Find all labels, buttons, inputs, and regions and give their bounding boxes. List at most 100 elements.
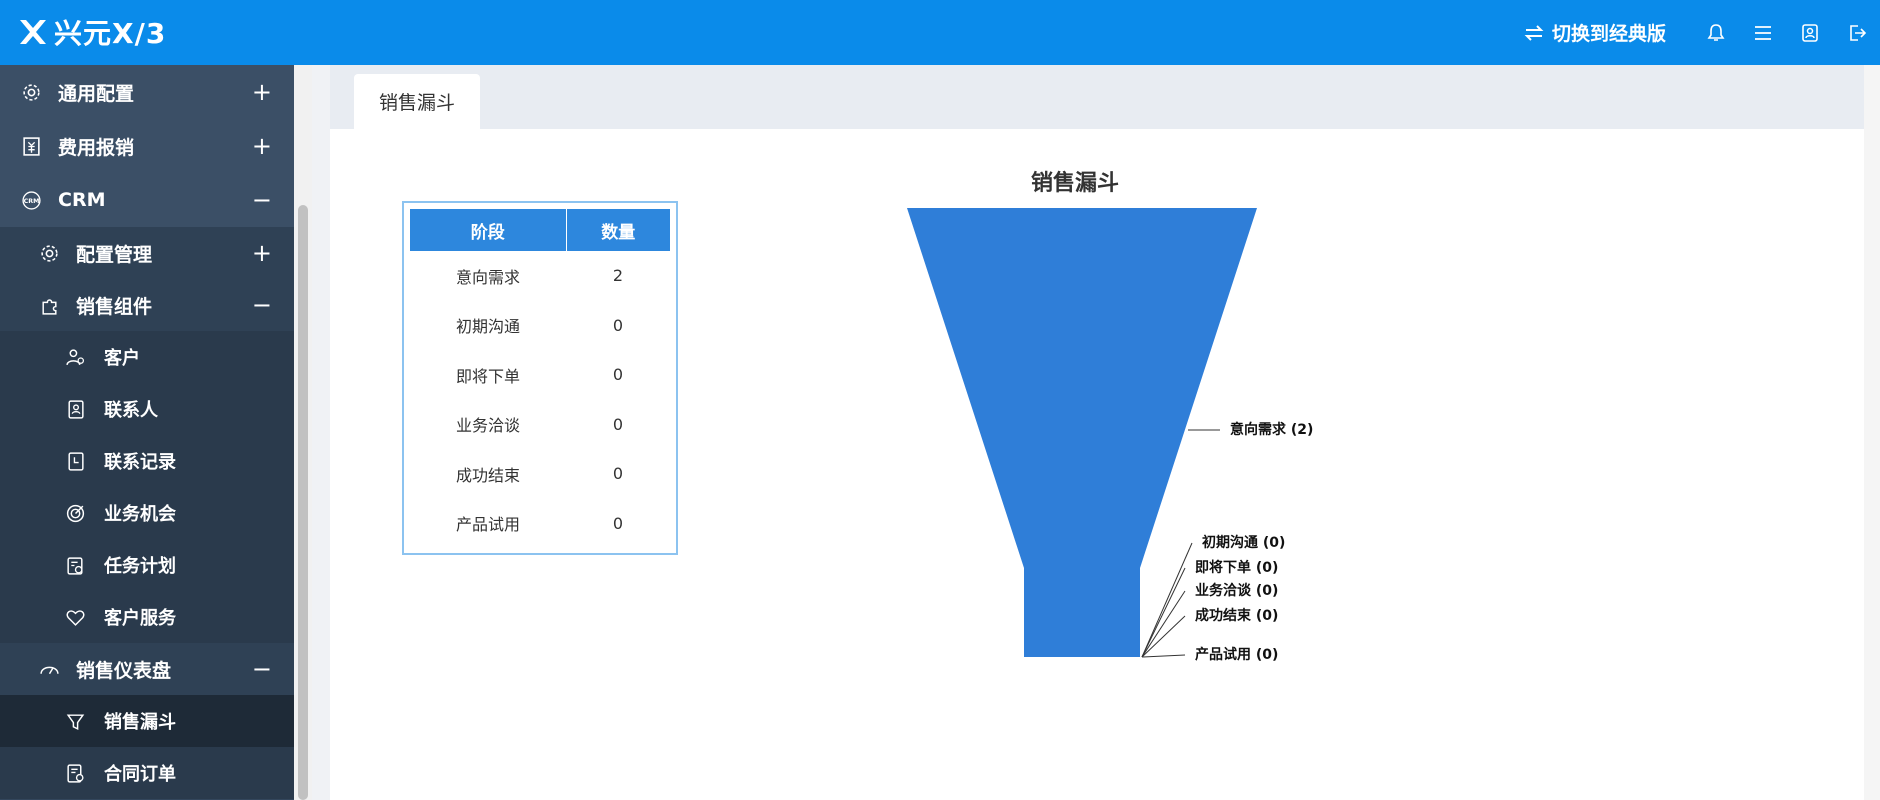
crm-icon: CRM <box>20 189 42 211</box>
count-cell: 0 <box>612 365 624 385</box>
collapse-icon[interactable]: − <box>252 293 272 317</box>
funnel-segment-0[interactable] <box>907 208 1257 568</box>
table-header-row: 阶段 数量 <box>410 209 670 251</box>
logout-icon <box>1849 24 1866 41</box>
tab-sales-funnel[interactable]: 销售漏斗 <box>354 74 480 129</box>
sidebar-item-label: 通用配置 <box>58 82 135 105</box>
gear-icon <box>38 242 60 264</box>
top-bar: 兴元X/3 切换到经典版 <box>0 0 1880 65</box>
count-cell: 0 <box>612 414 624 434</box>
sidebar-item-label: 客户 <box>104 348 140 369</box>
sidebar-item-contact-records[interactable]: 联系记录 <box>0 435 294 487</box>
notification-button[interactable] <box>1692 0 1739 65</box>
sidebar-item-label: 销售漏斗 <box>104 712 176 733</box>
sidebar-item-task-plan[interactable]: 任务计划 <box>0 539 294 591</box>
top-right-actions: 切换到经典版 <box>1524 0 1880 65</box>
receipt-icon <box>20 135 42 157</box>
count-cell: 0 <box>612 315 624 335</box>
logo-text: 兴元X/3 <box>54 17 167 50</box>
funnel-data-label: 成功结束 (0) <box>1195 607 1278 624</box>
sidebar-item-customer[interactable]: 客户 <box>0 331 294 383</box>
app-logo[interactable]: 兴元X/3 <box>18 14 166 50</box>
sidebar-item-label: 费用报销 <box>58 136 135 159</box>
contact-card-icon <box>64 398 86 420</box>
sidebar-item-sales-components[interactable]: 销售组件 − <box>0 279 294 331</box>
sidebar-item-label: 业务机会 <box>104 504 176 525</box>
stage-cell: 成功结束 <box>455 465 520 485</box>
funnel-data-label: 初期沟通 (0) <box>1202 534 1285 551</box>
expand-icon[interactable]: + <box>252 134 272 158</box>
task-plan-icon <box>64 554 86 576</box>
main-scrollbar[interactable] <box>1864 65 1880 800</box>
stage-cell: 产品试用 <box>455 515 520 535</box>
record-icon <box>64 450 86 472</box>
funnel-label-connector <box>1141 567 1186 658</box>
column-header-count: 数量 <box>565 209 670 251</box>
switch-classic-button[interactable]: 切换到经典版 <box>1524 19 1666 46</box>
stage-cell: 业务洽谈 <box>455 416 520 436</box>
sidebar-item-label: 配置管理 <box>76 243 153 266</box>
sidebar-item-sales-funnel[interactable]: 销售漏斗 <box>0 695 294 747</box>
funnel-data-label: 产品试用 (0) <box>1195 646 1278 663</box>
expand-icon[interactable]: + <box>252 80 272 104</box>
table-row: 意向需求 2 <box>410 251 670 301</box>
funnel-data-label: 即将下单 (0) <box>1195 559 1278 576</box>
tab-bar <box>330 65 1864 129</box>
stage-cell: 意向需求 <box>455 267 520 287</box>
sidebar-item-config-manage[interactable]: 配置管理 + <box>0 227 294 279</box>
funnel-label-connector <box>1141 542 1193 658</box>
switch-arrows-icon <box>1524 24 1544 41</box>
sidebar-item-label: 联系记录 <box>104 452 176 473</box>
funnel-data-label: 业务洽谈 (0) <box>1195 582 1278 599</box>
sidebar: 通用配置 + 费用报销 + CRM CRM − 配置管理 + 销售组件 − 客户… <box>0 65 294 800</box>
menu-button[interactable] <box>1739 0 1786 65</box>
user-profile-button[interactable] <box>1786 0 1833 65</box>
funnel-chart: 意向需求 (2) 初期沟通 (0) 即将下单 (0) 业务洽谈 (0) 成功结束 (0)… <box>907 208 1313 663</box>
logo-mark-icon <box>20 20 46 44</box>
sidebar-item-label: 客户服务 <box>104 608 176 629</box>
svg-text:CRM: CRM <box>23 198 39 205</box>
sidebar-item-label: 销售仪表盘 <box>76 659 172 682</box>
collapse-icon[interactable]: − <box>252 188 272 212</box>
target-icon <box>64 502 86 524</box>
funnel-label-connector <box>1141 654 1186 658</box>
stage-cell: 即将下单 <box>455 366 520 386</box>
bell-icon <box>1707 23 1724 41</box>
table-row: 初期沟通 0 <box>410 301 670 351</box>
table-row: 即将下单 0 <box>410 350 670 400</box>
sidebar-item-contacts[interactable]: 联系人 <box>0 383 294 435</box>
count-cell: 2 <box>612 266 624 286</box>
logout-button[interactable] <box>1833 0 1880 65</box>
sidebar-item-crm[interactable]: CRM CRM − <box>0 173 294 227</box>
puzzle-icon <box>38 294 60 316</box>
sidebar-item-expense[interactable]: 费用报销 + <box>0 119 294 173</box>
sidebar-item-label: 销售组件 <box>76 295 153 318</box>
sidebar-item-label: CRM <box>58 189 106 211</box>
sidebar-item-general-config[interactable]: 通用配置 + <box>0 65 294 119</box>
sidebar-item-customer-service[interactable]: 客户服务 <box>0 591 294 643</box>
dashboard-gauge-icon <box>38 658 60 680</box>
sidebar-item-opportunities[interactable]: 业务机会 <box>0 487 294 539</box>
user-card-icon <box>1801 23 1818 42</box>
heart-icon <box>64 606 86 628</box>
switch-classic-label: 切换到经典版 <box>1551 23 1666 45</box>
table-row: 产品试用 0 <box>410 499 670 549</box>
sidebar-item-contract-orders[interactable]: 合同订单 <box>0 747 294 799</box>
expand-icon[interactable]: + <box>252 241 272 265</box>
count-cell: 0 <box>612 464 624 484</box>
column-header-stage: 阶段 <box>410 209 566 251</box>
sidebar-scrollbar-thumb[interactable] <box>298 205 308 800</box>
menu-list-icon <box>1754 25 1771 40</box>
table-row: 成功结束 0 <box>410 449 670 499</box>
table-row: 业务洽谈 0 <box>410 400 670 450</box>
gear-icon <box>20 81 42 103</box>
funnel-label-connector <box>1141 590 1186 658</box>
count-cell: 0 <box>612 513 624 533</box>
funnel-label-connector <box>1141 615 1186 658</box>
funnel-neck[interactable] <box>1024 568 1140 657</box>
contract-icon <box>64 762 86 784</box>
funnel-icon <box>64 710 86 732</box>
collapse-icon[interactable]: − <box>252 657 272 681</box>
sidebar-item-sales-dashboard[interactable]: 销售仪表盘 − <box>0 643 294 695</box>
sidebar-item-label: 合同订单 <box>104 764 176 785</box>
